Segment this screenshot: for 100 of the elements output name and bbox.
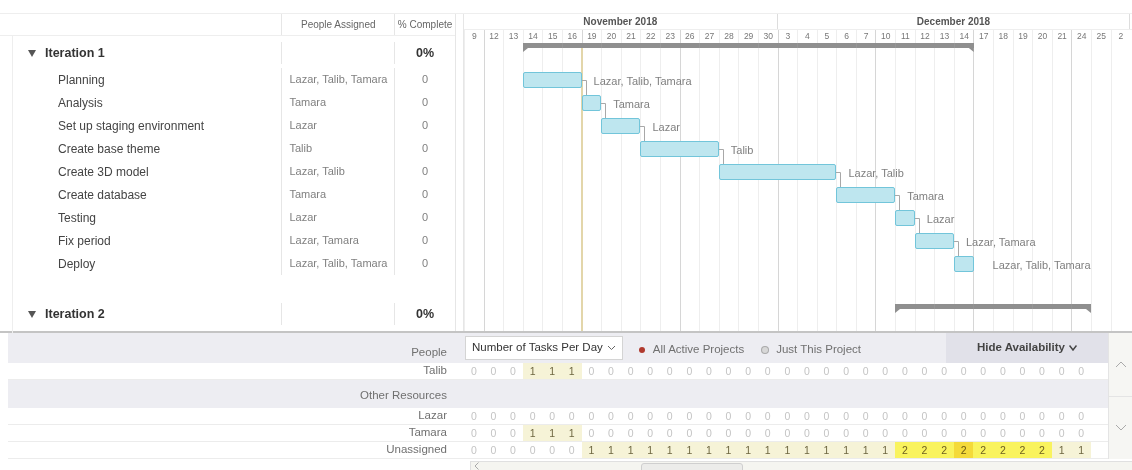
connector-line	[954, 241, 960, 256]
group-name: Iteration 2	[45, 305, 105, 323]
view-select[interactable]: Number of Tasks Per Day	[465, 336, 623, 360]
day-label: 19	[1012, 30, 1033, 43]
percent-complete: 0	[421, 118, 430, 134]
task-name: Create base theme	[58, 140, 161, 158]
task-name: Testing	[58, 209, 97, 227]
task-count: 2	[934, 442, 954, 458]
day-label: 2	[1110, 30, 1131, 43]
connector-line	[640, 126, 647, 141]
bar-label: Lazar	[926, 212, 955, 227]
people-assigned: Lazar, Talib, Tamara	[289, 72, 388, 88]
horizontal-scrollbar[interactable]	[470, 461, 1132, 470]
connector-line	[601, 103, 608, 118]
people-assigned: Lazar, Talib	[289, 164, 345, 180]
task-bar[interactable]	[718, 164, 837, 180]
people-assigned: Tamara	[289, 187, 327, 203]
task-count: 1	[757, 442, 778, 458]
group-name: Iteration 1	[45, 44, 105, 62]
people-assigned: Lazar	[289, 210, 317, 226]
task-count: 0	[489, 364, 498, 379]
task-count: 1	[777, 442, 798, 458]
scrollbar-thumb[interactable]	[641, 462, 743, 470]
task-bar[interactable]	[581, 95, 602, 111]
task-count: 1	[542, 363, 562, 379]
task-count: 0	[783, 409, 792, 424]
day-label: 12	[483, 30, 504, 43]
day-label: 9	[464, 30, 484, 43]
task-name: Fix period	[58, 232, 111, 250]
month-label: December 2018	[916, 15, 991, 29]
task-count: 0	[783, 364, 792, 379]
scroll-down-icon[interactable]	[1114, 423, 1127, 431]
task-count: 0	[489, 443, 498, 458]
task-count: 1	[542, 425, 562, 441]
task-count: 0	[587, 409, 596, 424]
disclosure-triangle-icon[interactable]	[28, 310, 36, 318]
day-label: 24	[1071, 30, 1091, 43]
chevron-down-icon	[1069, 345, 1077, 351]
day-label: 13	[503, 30, 523, 43]
hide-availability-button[interactable]: Hide Availability	[946, 333, 1108, 363]
task-count: 1	[581, 442, 602, 458]
task-bar[interactable]	[522, 72, 582, 88]
day-label: 20	[1032, 30, 1052, 43]
task-count: 1	[797, 442, 817, 458]
percent-complete: 0	[421, 233, 430, 249]
scope-option[interactable]: All Active Projects	[652, 341, 745, 359]
task-count: 2	[973, 442, 994, 458]
connector-line	[895, 195, 902, 210]
group-percent: 0%	[415, 305, 436, 323]
bar-label: Lazar, Talib, Tamara	[992, 258, 1091, 273]
task-count: 0	[685, 426, 694, 441]
connector-line	[581, 80, 588, 95]
month-label: November 2018	[583, 15, 658, 29]
task-count: 0	[822, 364, 831, 379]
task-count: 2	[914, 442, 935, 458]
task-bar[interactable]	[895, 210, 915, 226]
task-count: 1	[640, 442, 660, 458]
task-name: Create 3D model	[58, 163, 149, 181]
disclosure-triangle-icon[interactable]	[28, 49, 36, 57]
percent-complete: 0	[421, 187, 430, 203]
task-count: 2	[1012, 442, 1033, 458]
task-count: 0	[489, 426, 498, 441]
scope-option[interactable]: Just This Project	[776, 341, 861, 359]
bar-label: Lazar, Tamara	[966, 235, 1036, 250]
column-header: % Complete	[396, 18, 454, 32]
bar-label: Talib	[730, 143, 754, 158]
task-count: 0	[724, 364, 733, 379]
task-name: Deploy	[58, 255, 96, 273]
bar-label: Lazar, Talib	[848, 166, 904, 181]
bar-label: Lazar, Talib, Tamara	[593, 74, 692, 89]
people-assigned: Lazar, Talib, Tamara	[289, 256, 388, 272]
task-count: 0	[920, 426, 929, 441]
task-bar[interactable]	[601, 118, 641, 134]
group-percent: 0%	[415, 44, 436, 62]
task-count: 1	[836, 442, 856, 458]
task-count: 0	[587, 364, 596, 379]
task-name: Create database	[58, 186, 147, 204]
task-count: 1	[561, 425, 582, 441]
scroll-up-icon[interactable]	[1114, 361, 1127, 368]
task-count: 1	[1071, 442, 1091, 458]
task-count: 0	[1018, 409, 1027, 424]
people-assigned: Lazar	[289, 118, 317, 134]
task-count: 0	[724, 409, 733, 424]
people-assigned: Talib	[289, 141, 313, 157]
task-count: 1	[601, 442, 621, 458]
task-count: 1	[875, 442, 896, 458]
day-label: 25	[1091, 30, 1111, 43]
percent-complete: 0	[421, 72, 430, 88]
task-count: 0	[587, 426, 596, 441]
task-bar[interactable]	[914, 233, 954, 249]
task-count: 0	[489, 409, 498, 424]
task-bar[interactable]	[954, 256, 974, 272]
column-header: People Assigned	[282, 14, 396, 35]
task-bar[interactable]	[640, 141, 719, 157]
scroll-left-icon[interactable]	[474, 462, 479, 470]
resource-name: Unassigned	[385, 442, 448, 458]
task-count: 0	[1018, 364, 1027, 379]
section-title: People	[411, 344, 447, 360]
task-bar[interactable]	[836, 187, 896, 203]
percent-complete: 0	[421, 141, 430, 157]
